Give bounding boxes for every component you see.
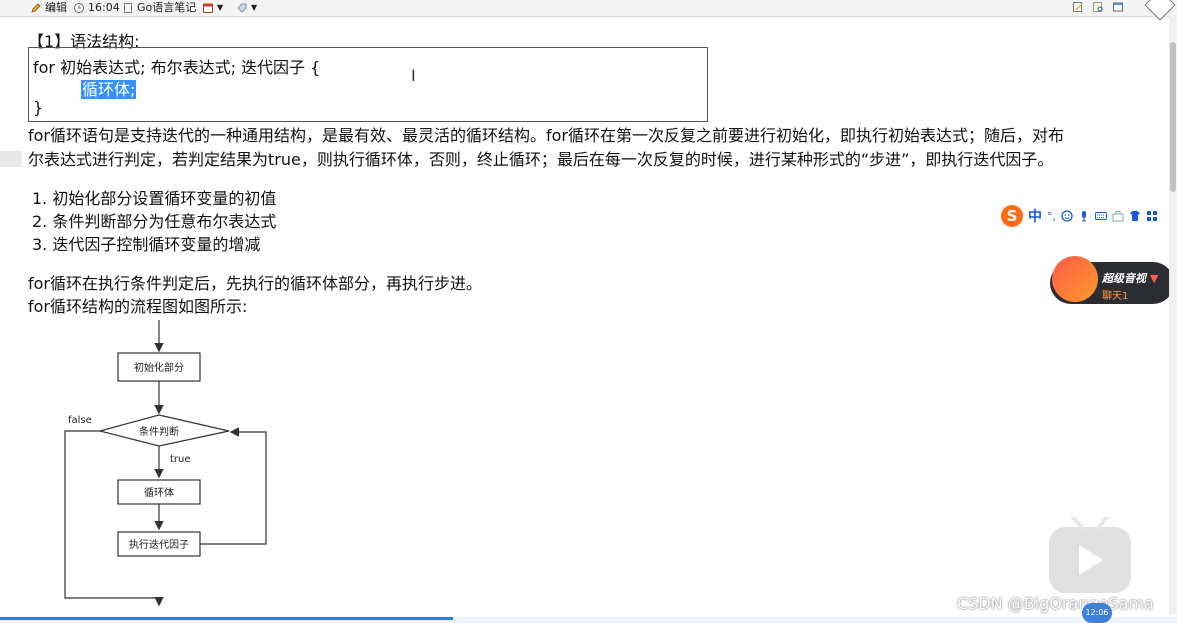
scrollbar-thumb[interactable] [1170,42,1176,192]
text-cursor-icon: I [411,66,416,85]
app-logo-icon [1052,256,1098,302]
voice-chat-widget[interactable]: 超级音视 ▼ 聊天1 [1050,256,1174,304]
body-label: 循环体 [144,486,174,499]
time-label: 16:04 [88,1,120,14]
code-line-3: } [33,98,44,117]
calendar-dropdown[interactable]: ▼ [202,0,223,16]
pencil-icon [31,3,41,13]
vertical-scrollbar[interactable] [1169,16,1177,614]
tv-ears-icon [1071,517,1109,531]
skin-icon[interactable] [1129,210,1141,222]
true-label: true [170,454,191,465]
window-icon[interactable] [1112,1,1124,13]
list-item: 3. 迭代因子控制循环变量的增减 [32,235,261,254]
time-badge: 12:06 [1082,603,1112,623]
ime-language-toggle[interactable]: 中 [1028,206,1042,226]
search-note-icon[interactable] [1092,1,1104,13]
notebook-icon [124,3,132,13]
play-icon [1079,545,1103,575]
code-line-1: for 初始表达式; 布尔表达式; 迭代因子 { [33,58,321,77]
tag-dropdown[interactable]: ▼ [236,0,257,16]
keyboard-icon[interactable] [1095,210,1107,222]
list-item: 1. 初始化部分设置循环变量的初值 [32,189,277,208]
watermark: CSDN @BigOrangeSama [957,594,1154,613]
microphone-icon[interactable] [1078,210,1090,222]
edit-note-icon[interactable] [1072,1,1084,13]
iter-label: 执行迭代因子 [129,538,189,551]
tag-icon [237,3,247,13]
ime-punct-toggle[interactable]: °, [1047,210,1056,223]
flowchart: 初始化部分 条件判断 循环体 执行迭代因子 false true [64,320,267,607]
edit-label: 编辑 [45,1,67,14]
grid-icon[interactable] [1146,210,1158,222]
sogou-logo-icon[interactable]: S [1001,205,1023,227]
cond-label: 条件判断 [139,425,179,438]
chevron-down-icon: ▼ [251,3,258,12]
paragraph-1-line-1: for循环语句是支持迭代的一种通用结构，是最有效、最灵活的循环结构。for循环在… [28,126,1065,145]
paragraph-2: for循环在执行条件判定后，先执行的循环体部分，再执行步进。 [28,274,483,293]
time-display: 16:04 [73,0,120,16]
promo-subtitle: 聊天1 [1102,291,1129,302]
calendar-icon [203,3,213,13]
emoji-icon[interactable] [1061,210,1073,222]
paragraph-3: for循环结构的流程图如图所示: [28,297,248,316]
notebook-selector[interactable]: Go语言笔记 [122,0,196,16]
chevron-down-icon: ▼ [217,3,224,12]
notebook-label: Go语言笔记 [137,1,197,14]
toolbox-icon[interactable] [1112,210,1124,222]
ordered-list: 1. 初始化部分设置循环变量的初值 2. 条件判断部分为任意布尔表达式 3. 迭… [32,187,276,256]
edit-button[interactable]: 编辑 [30,0,67,16]
video-progress-fill [0,617,454,620]
promo-title: 超级音视 ▼ [1102,272,1159,285]
ime-toolbar[interactable]: S 中 °, [998,204,1177,228]
clock-icon [74,3,84,13]
false-label: false [68,415,92,426]
list-item: 2. 条件判断部分为任意布尔表达式 [32,212,277,231]
toolbar-right-icons [1072,1,1124,13]
selected-text[interactable]: 循环体; [81,80,137,99]
paragraph-1-line-2: 尔表达式进行判定，若判定结果为true，则执行循环体，否则，终止循环；最后在每一… [28,150,1054,169]
gutter-marker [0,151,22,167]
code-line-2: 循环体; [81,76,137,100]
top-toolbar: 编辑 16:04 Go语言笔记 ▼ ▼ [0,0,1177,21]
play-button[interactable] [1049,517,1131,593]
init-label: 初始化部分 [134,361,184,374]
code-block[interactable]: for 初始表达式; 布尔表达式; 迭代因子 { 循环体; } [28,47,708,122]
